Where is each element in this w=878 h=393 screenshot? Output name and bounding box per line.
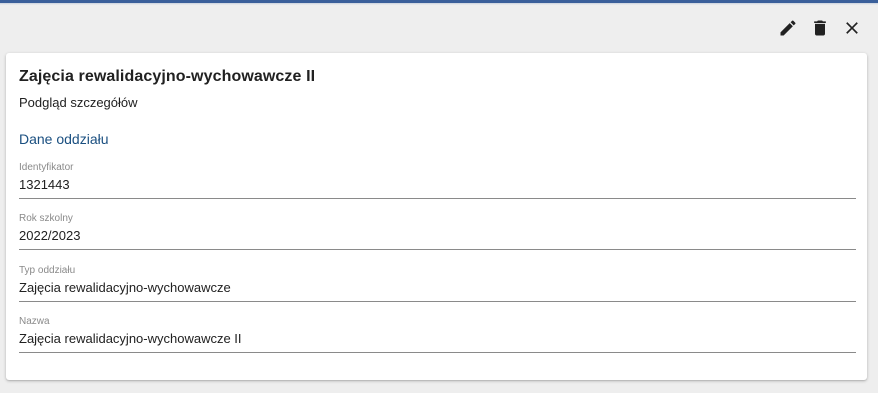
field-label: Identyfikator	[19, 162, 74, 173]
field-label: Typ oddziału	[19, 265, 76, 276]
delete-button[interactable]	[808, 16, 832, 40]
close-icon	[846, 22, 858, 34]
field-value: 2022/2023	[19, 228, 81, 243]
field-typ-oddzialu[interactable]: Typ oddziału Zajęcia rewalidacyjno-wycho…	[19, 265, 856, 302]
card-title: Zajęcia rewalidacyjno-wychowawcze II	[19, 68, 316, 85]
field-value: Zajęcia rewalidacyjno-wychowawcze II	[19, 331, 242, 346]
toolbar	[776, 16, 864, 40]
details-card: Zajęcia rewalidacyjno-wychowawcze II Pod…	[6, 53, 867, 380]
edit-icon	[780, 20, 796, 36]
field-nazwa[interactable]: Nazwa Zajęcia rewalidacyjno-wychowawcze …	[19, 316, 856, 353]
edit-button[interactable]	[776, 16, 800, 40]
field-rok-szkolny[interactable]: Rok szkolny 2022/2023	[19, 213, 856, 250]
field-label: Rok szkolny	[19, 213, 73, 224]
section-title: Dane oddziału	[19, 131, 109, 147]
delete-icon	[814, 20, 826, 36]
top-accent-bar	[0, 0, 878, 5]
field-value: 1321443	[19, 177, 70, 192]
field-identyfikator[interactable]: Identyfikator 1321443	[19, 162, 856, 199]
field-label: Nazwa	[19, 316, 50, 327]
field-value: Zajęcia rewalidacyjno-wychowawcze	[19, 280, 231, 295]
card-subtitle: Podgląd szczegółów	[19, 95, 138, 110]
close-button[interactable]	[840, 16, 864, 40]
